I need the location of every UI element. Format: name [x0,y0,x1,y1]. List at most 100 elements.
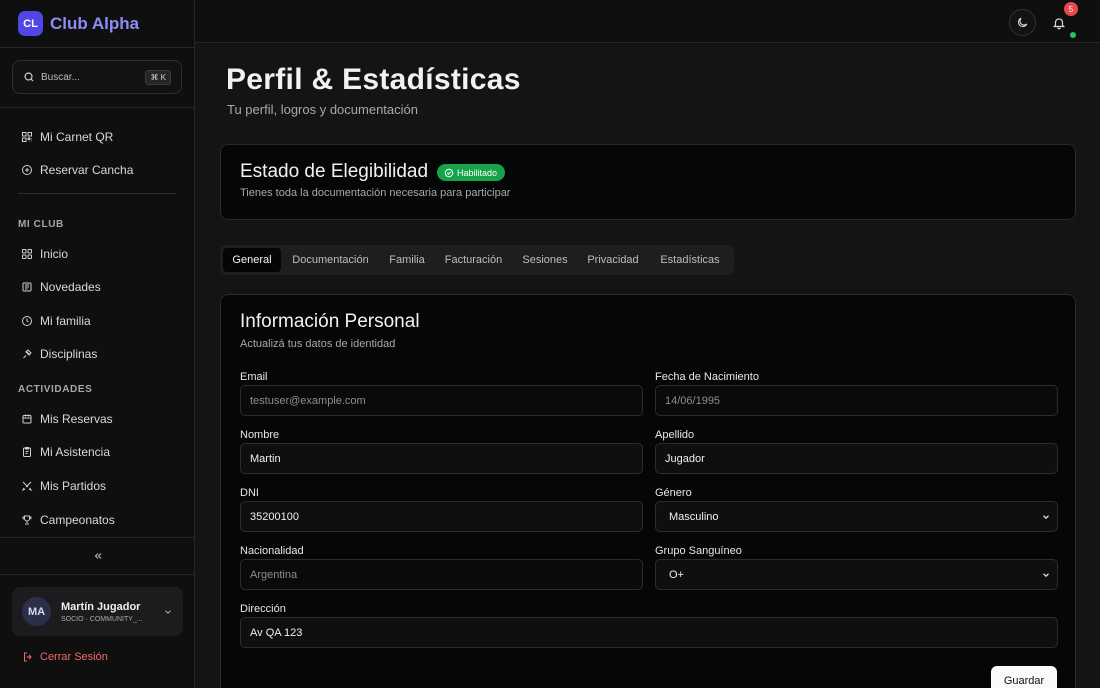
search-container: Buscar... ⌘ K [0,48,194,108]
logout-icon [24,652,32,662]
tab-privacidad[interactable]: Privacidad [579,248,647,272]
logout-button[interactable]: Cerrar Sesión [22,651,108,663]
section-label-actividades: ACTIVIDADES [18,384,93,395]
logout-label: Cerrar Sesión [40,651,108,663]
calendar-icon [22,414,32,424]
sidebar-item-mis-reservas[interactable]: Mis Reservas [12,405,182,433]
search-placeholder: Buscar... [41,71,80,83]
blood-type-select-value: O+ [669,568,684,581]
newspaper-icon [22,282,32,292]
sidebar-item-mi-familia[interactable]: Mi familia [12,307,182,335]
online-status-dot [1070,32,1076,38]
nationality-label: Nacionalidad [240,545,304,557]
activity-icon [23,349,32,359]
sidebar: CL Club Alpha Buscar... ⌘ K Mi Carnet QR… [0,0,195,688]
tab-general[interactable]: General [223,248,281,272]
profile-tabs: General Documentación Familia Facturació… [220,245,734,275]
sidebar-item-label: Mi Carnet QR [40,130,114,144]
tab-familia[interactable]: Familia [382,248,432,272]
dni-field[interactable]: 35200100 [240,501,643,532]
search-input[interactable]: Buscar... ⌘ K [12,60,182,94]
gender-select[interactable]: Masculino [655,501,1058,532]
sidebar-item-label: Mi familia [40,314,91,328]
sidebar-item-carnet-qr[interactable]: Mi Carnet QR [12,123,182,151]
divider [18,193,176,194]
eligibility-description: Tienes toda la documentación necesaria p… [240,187,511,199]
tab-facturacion[interactable]: Facturación [436,248,511,272]
form-subtitle: Actualizá tus datos de identidad [240,338,396,350]
sidebar-item-label: Mis Partidos [40,479,107,493]
search-shortcut: ⌘ K [145,69,171,85]
sidebar-item-label: Disciplinas [40,347,98,361]
qr-code-icon [22,132,32,142]
plus-circle-icon [22,165,32,175]
sidebar-item-label: Campeonatos [40,513,115,527]
user-name: Martín Jugador [61,600,141,613]
last-name-label: Apellido [655,429,695,441]
notification-count-badge: 5 [1064,2,1078,16]
user-menu[interactable]: MA Martín Jugador SOCIO · COMMUNITY_... [12,587,183,636]
sidebar-item-label: Mi Asistencia [40,445,111,459]
chevron-down-icon [1043,514,1049,519]
tab-sesiones[interactable]: Sesiones [515,248,575,272]
address-field[interactable]: Av QA 123 [240,617,1058,648]
bell-icon [1052,17,1065,29]
theme-toggle-button[interactable] [1009,9,1036,36]
save-button[interactable]: Guardar [991,666,1057,688]
personal-info-card: Información Personal Actualizá tus datos… [220,294,1076,688]
brand[interactable]: CL Club Alpha [0,0,194,48]
blood-type-label: Grupo Sanguíneo [655,545,742,557]
sidebar-item-reservar-cancha[interactable]: Reservar Cancha [12,156,182,184]
gender-label: Género [655,487,692,499]
sidebar-item-campeonatos[interactable]: Campeonatos [12,506,182,534]
sidebar-item-label: Reservar Cancha [40,163,134,177]
status-badge: Habilitado [437,164,506,181]
chevron-down-icon [1043,572,1049,577]
brand-name: Club Alpha [50,13,140,33]
email-field: testuser@example.com [240,385,643,416]
eligibility-title: Estado de Elegibilidad [240,161,429,182]
sidebar-item-label: Mis Reservas [40,412,113,426]
first-name-label: Nombre [240,429,280,441]
tab-estadisticas[interactable]: Estadísticas [651,248,729,272]
eligibility-card: Estado de Elegibilidad Habilitado Tienes… [220,144,1076,220]
check-circle-icon [444,168,454,177]
sidebar-item-disciplinas[interactable]: Disciplinas [12,340,182,368]
sidebar-item-mis-partidos[interactable]: Mis Partidos [12,472,182,500]
sidebar-item-label: Inicio [40,247,69,261]
section-label-mi-club: MI CLUB [18,219,64,230]
chevrons-left-icon [94,553,101,559]
form-title: Información Personal [240,311,420,332]
swords-icon [21,481,33,492]
page-subtitle: Tu perfil, logros y documentación [227,102,419,117]
nationality-field: Argentina [240,559,643,590]
first-name-field[interactable]: Martin [240,443,643,474]
collapse-sidebar-button[interactable] [0,537,195,575]
topbar: 5 [195,0,1100,43]
grid-icon [22,249,32,259]
dni-label: DNI [240,487,259,499]
gender-select-value: Masculino [669,510,719,523]
sidebar-item-novedades[interactable]: Novedades [12,273,182,301]
sidebar-item-mi-asistencia[interactable]: Mi Asistencia [12,438,182,466]
user-role: SOCIO · COMMUNITY_... [61,615,143,623]
avatar: MA [22,597,51,626]
clock-icon [22,316,32,326]
user-info: Martín Jugador SOCIO · COMMUNITY_... [61,601,163,623]
page-title: Perfil & Estadísticas [226,63,521,96]
moon-icon [1017,17,1028,28]
blood-type-select[interactable]: O+ [655,559,1058,590]
sidebar-item-inicio[interactable]: Inicio [12,240,182,268]
search-icon [24,72,34,82]
clipboard-icon [23,447,31,457]
status-badge-label: Habilitado [457,167,498,178]
tab-documentacion[interactable]: Documentación [283,248,378,272]
last-name-field[interactable]: Jugador [655,443,1058,474]
trophy-icon [22,515,32,525]
address-label: Dirección [240,603,286,615]
brand-logo: CL [18,11,43,36]
email-label: Email [240,371,268,383]
birthdate-label: Fecha de Nacimiento [655,371,759,383]
chevron-down-icon [165,609,171,614]
birthdate-field: 14/06/1995 [655,385,1058,416]
